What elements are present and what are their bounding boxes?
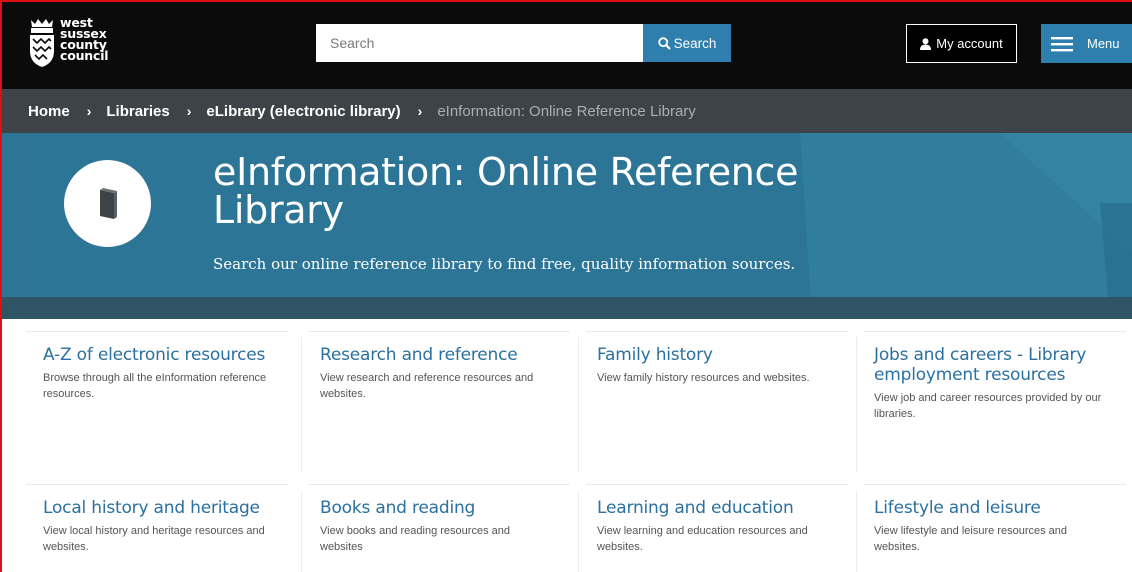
topic-card[interactable]: Family history View family history resou… [597,345,865,386]
chevron-right-icon: › [186,103,192,119]
council-logo[interactable]: west sussex county council [28,16,109,69]
topic-card-link[interactable]: Local history and heritage [43,498,311,518]
topic-card[interactable]: Research and reference View research and… [320,345,588,402]
logo-line: council [60,48,109,63]
hero-icon-circle [64,160,151,247]
my-account-label: My account [936,36,1003,51]
topic-card[interactable]: Books and reading View books and reading… [320,498,588,555]
menu-label: Menu [1087,36,1120,51]
page-hero: eInformation: Online Reference Library S… [0,133,1132,319]
card-divider [26,484,288,485]
page-subtitle: Search our online reference library to f… [213,255,796,273]
hamburger-icon [1051,36,1073,51]
chevron-right-icon: › [417,103,423,119]
topic-card[interactable]: A-Z of electronic resources Browse throu… [43,345,311,402]
topic-card[interactable]: Local history and heritage View local hi… [43,498,311,555]
search-button-label: Search [673,35,717,51]
book-icon [99,187,117,219]
card-divider [586,331,848,332]
screenshot-frame-top [0,0,1132,2]
card-divider [308,331,570,332]
screenshot-frame-left [0,0,2,572]
menu-button[interactable]: Menu [1041,24,1132,63]
topic-card[interactable]: Lifestyle and leisure View lifestyle and… [874,498,1114,555]
card-divider [586,484,848,485]
topic-card-description: View research and reference resources an… [320,372,534,400]
breadcrumb-current: eInformation: Online Reference Library [437,102,696,120]
crest-icon [30,19,54,67]
my-account-button[interactable]: My account [906,24,1017,63]
council-name: west sussex county council [60,16,109,63]
user-icon [920,37,932,50]
topic-card-description: Browse through all the eInformation refe… [43,372,267,400]
card-divider [26,331,288,332]
topic-card-link[interactable]: A-Z of electronic resources [43,345,311,365]
topic-card-link[interactable]: Jobs and careers - Library employment re… [874,345,1114,385]
breadcrumb-libraries[interactable]: Libraries [106,103,169,120]
topic-card[interactable]: Jobs and careers - Library employment re… [874,345,1114,422]
topic-card-description: View job and career resources provided b… [874,392,1102,420]
topic-card-description: View local history and heritage resource… [43,525,265,553]
search-input[interactable] [316,24,643,62]
search-icon [657,36,671,50]
hero-bottom-strip [0,297,1132,319]
card-divider [308,484,570,485]
site-header: west sussex county council Search My acc… [0,0,1132,89]
card-divider [864,331,1126,332]
card-divider [864,484,1126,485]
topic-card-description: View learning and education resources an… [597,525,808,553]
topic-card-description: View family history resources and websit… [597,372,810,384]
breadcrumb-home[interactable]: Home [28,103,70,120]
search-button[interactable]: Search [643,24,731,62]
topic-card-description: View books and reading resources and web… [320,525,510,553]
topic-card-description: View lifestyle and leisure resources and… [874,525,1068,553]
topic-card-grid: A-Z of electronic resources Browse throu… [26,331,1126,572]
breadcrumb-elibrary[interactable]: eLibrary (electronic library) [206,103,400,120]
topic-card-link[interactable]: Family history [597,345,865,365]
page-title: eInformation: Online Reference Library [213,150,799,232]
topic-card-link[interactable]: Lifestyle and leisure [874,498,1114,518]
topic-card-link[interactable]: Research and reference [320,345,588,365]
topic-card-link[interactable]: Books and reading [320,498,588,518]
topic-card[interactable]: Learning and education View learning and… [597,498,865,555]
chevron-right-icon: › [86,103,92,119]
breadcrumb: Home › Libraries › eLibrary (electronic … [0,89,1132,133]
topic-card-link[interactable]: Learning and education [597,498,865,518]
